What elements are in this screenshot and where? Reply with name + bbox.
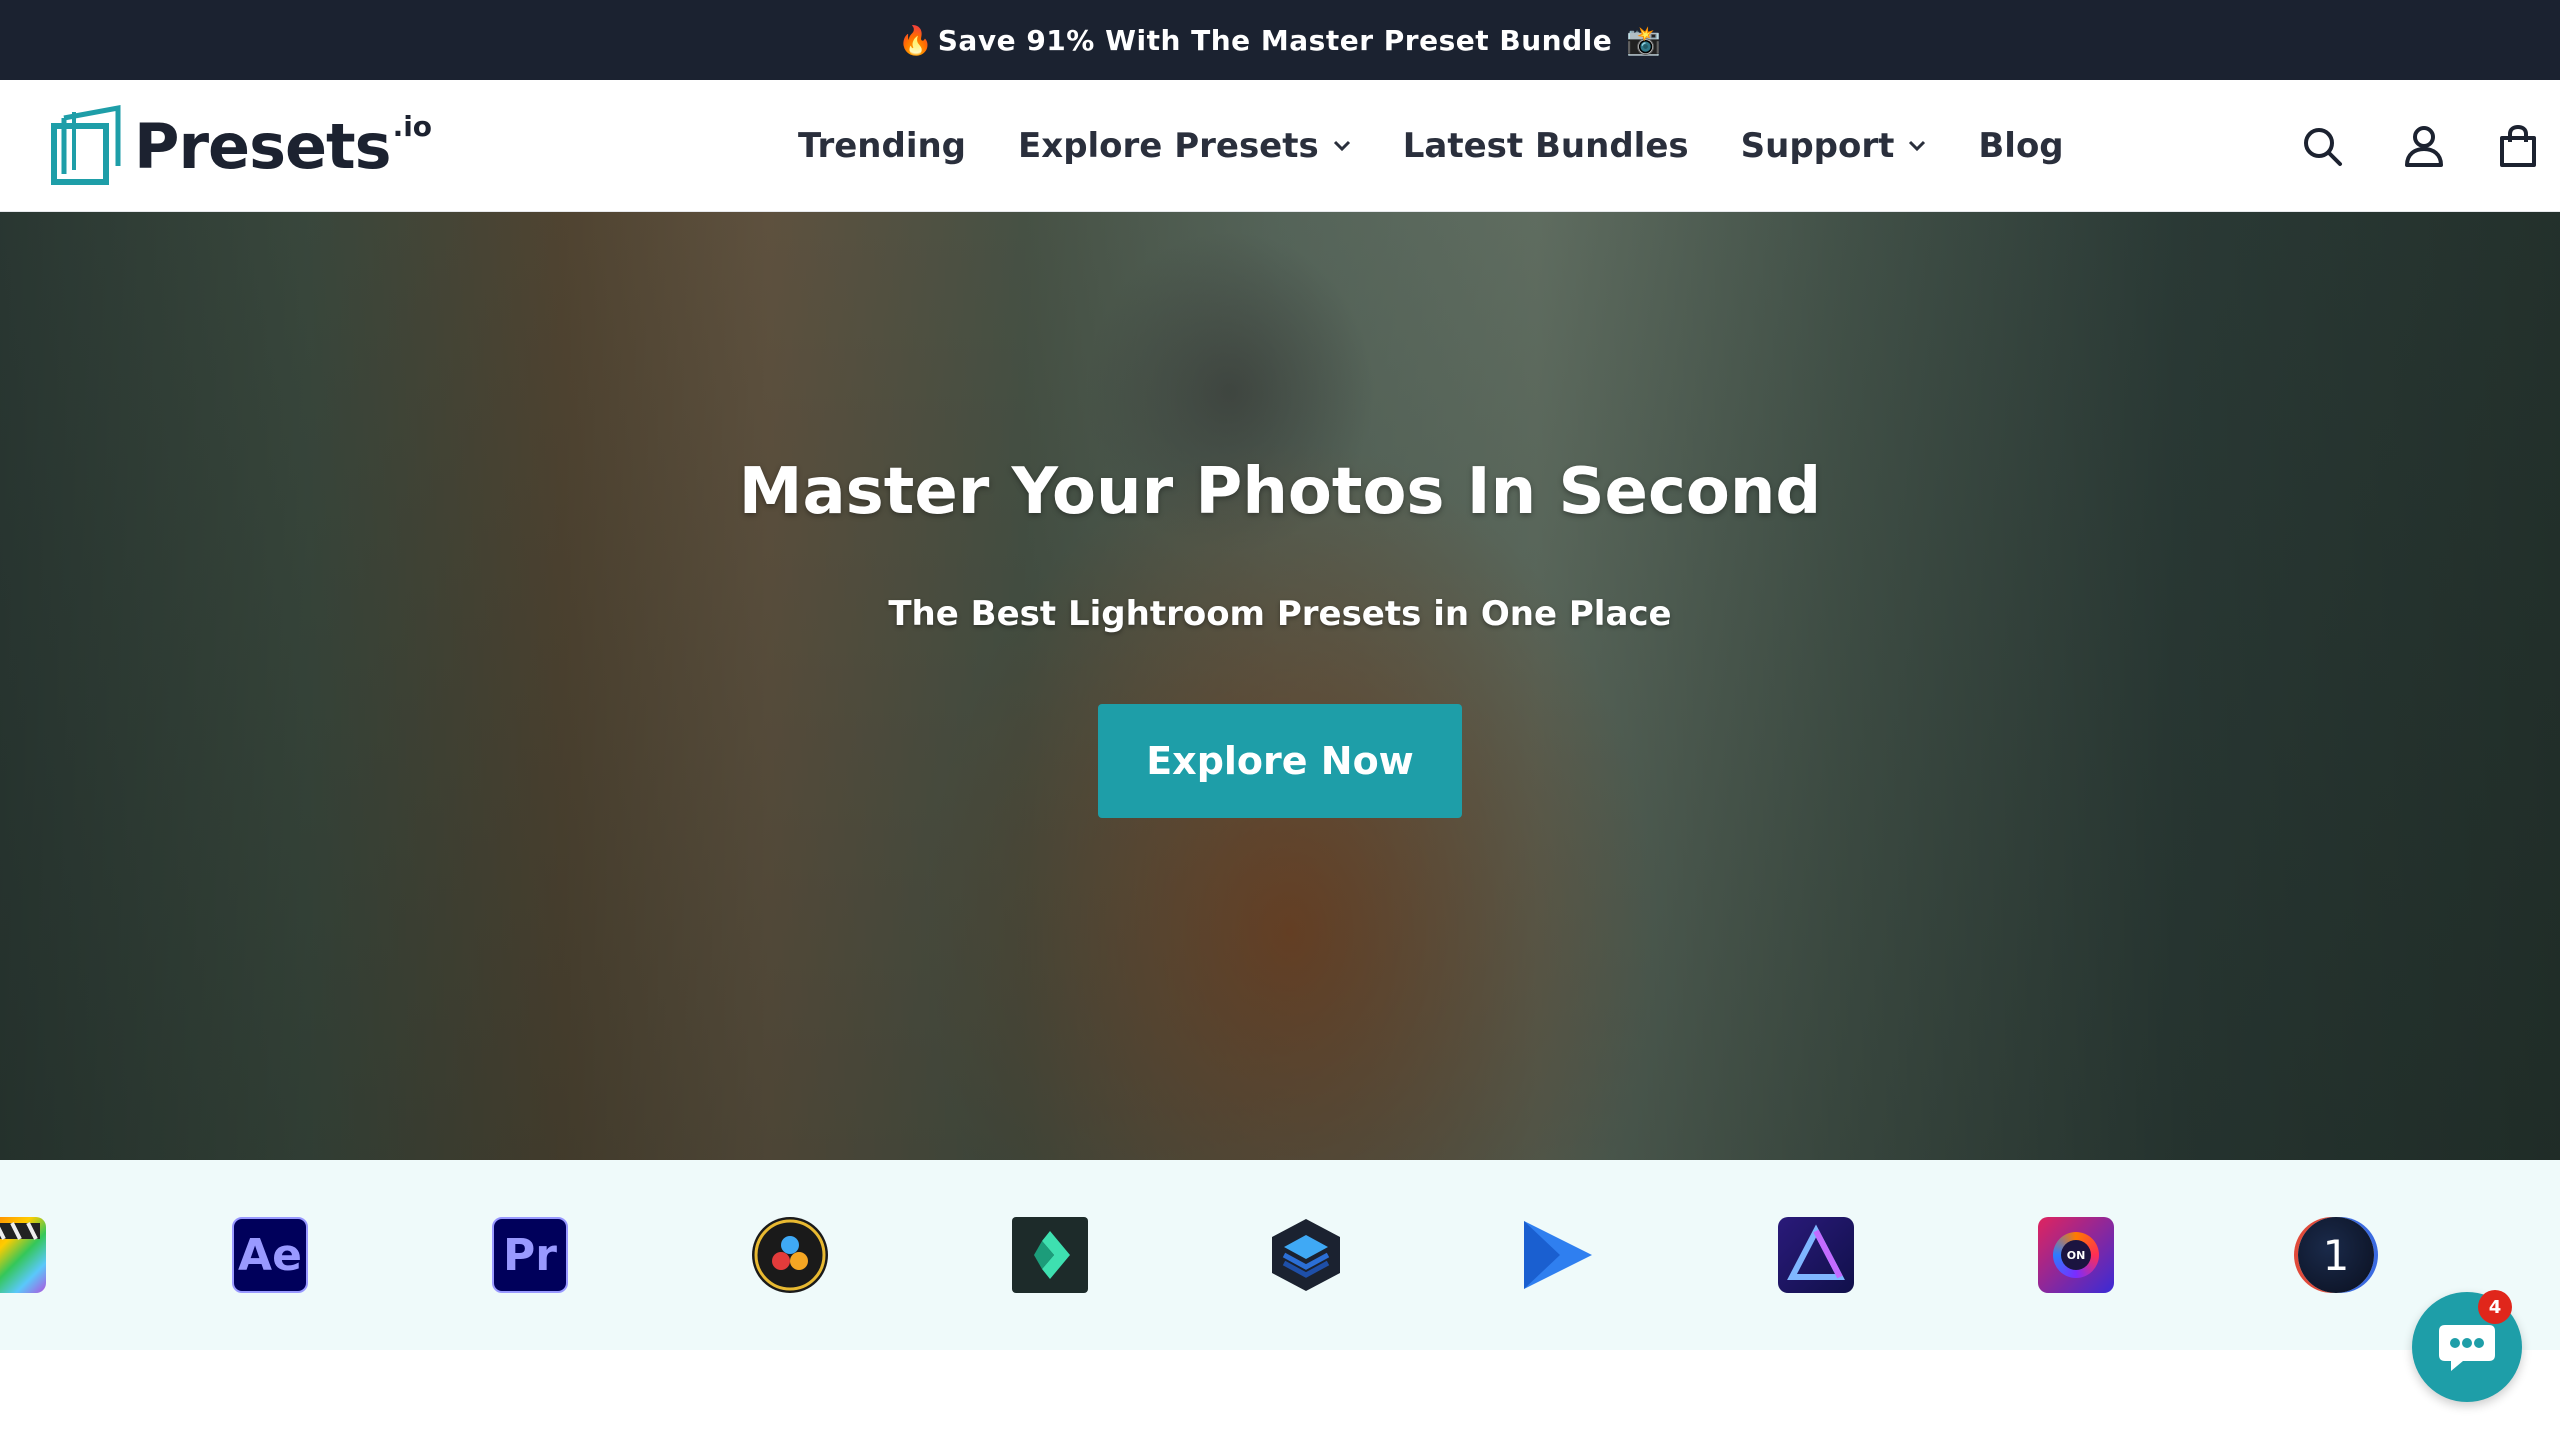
nav-item-label: Blog [1978,126,2064,166]
app-logo-strip: Ae Pr ON 1 [0,1160,2560,1350]
site-logo[interactable]: Presets .io [48,104,432,188]
nav-item-label: Trending [798,126,967,166]
capture-one-icon: 1 [2298,1217,2374,1293]
nav-item-latest-bundles[interactable]: Latest Bundles [1403,126,1689,166]
announcement-text[interactable]: Save 91% With The Master Preset Bundle [938,24,1612,57]
cart-icon[interactable] [2496,124,2540,168]
nav-item-label: Support [1740,126,1895,166]
layers-app-icon [1268,1217,1344,1293]
explore-now-button[interactable]: Explore Now [1098,704,1462,818]
nav-item-label: Latest Bundles [1402,126,1689,166]
play-video-app-icon [1520,1217,1596,1293]
camera-flash-icon: 📸 [1626,23,1662,57]
after-effects-icon: Ae [232,1217,308,1293]
nav-item-explore-presets[interactable]: Explore Presets [1018,126,1351,166]
chat-notification-badge: 4 [2478,1290,2512,1324]
nav-item-trending[interactable]: Trending [798,126,966,166]
nav-item-support[interactable]: Support [1741,126,1927,166]
logo-mark-icon [51,104,121,185]
main-nav: Trending Explore Presets Latest Bundles … [798,80,2116,212]
site-header: Presets .io Trending Explore Presets Lat… [0,80,2560,212]
nav-item-label: Explore Presets [1018,126,1319,166]
filmora-icon [1012,1217,1088,1293]
luminar-icon [1778,1217,1854,1293]
premiere-pro-icon: Pr [492,1217,568,1293]
nav-item-blog[interactable]: Blog [1978,126,2063,166]
hero-title: Master Your Photos In Second [738,455,1822,529]
hero-subtitle: The Best Lightroom Presets in One Place [888,594,1672,634]
hero-background-photo [0,212,2560,1160]
on1-photo-icon: ON [2038,1217,2114,1293]
davinci-resolve-icon [752,1217,828,1293]
hero-banner: Master Your Photos In Second The Best Li… [0,212,2560,1160]
announcement-bar[interactable]: 🔥 Save 91% With The Master Preset Bundle… [0,0,2560,80]
chevron-down-icon [1333,140,1350,152]
search-icon[interactable] [2300,124,2344,168]
account-icon[interactable] [2402,124,2446,168]
brand-name: Presets [134,109,392,183]
brand-suffix: .io [392,110,433,143]
chat-bubble-icon [2439,1325,2495,1371]
fire-icon: 🔥 [898,23,934,57]
chevron-down-icon [1909,140,1926,152]
header-actions [2242,80,2540,212]
final-cut-pro-icon [0,1217,46,1293]
